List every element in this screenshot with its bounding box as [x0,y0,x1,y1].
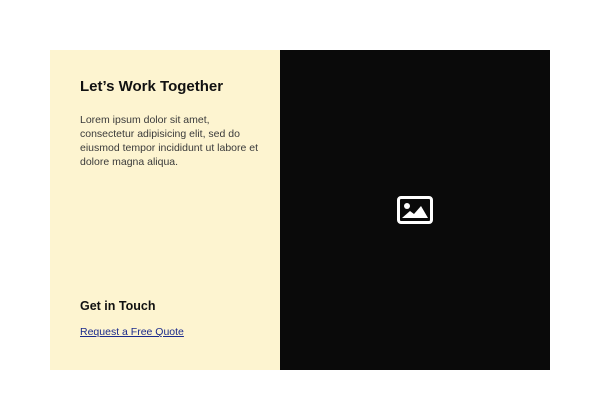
image-placeholder-icon [397,196,433,224]
section-description: Lorem ipsum dolor sit amet, consectetur … [80,114,259,168]
work-together-card: Let’s Work Together Lorem ipsum dolor si… [50,50,550,370]
contact-subheading: Get in Touch [80,299,156,313]
text-panel: Let’s Work Together Lorem ipsum dolor si… [50,50,280,370]
section-heading: Let’s Work Together [80,78,224,95]
request-quote-link[interactable]: Request a Free Quote [80,326,184,338]
image-panel [280,50,550,370]
